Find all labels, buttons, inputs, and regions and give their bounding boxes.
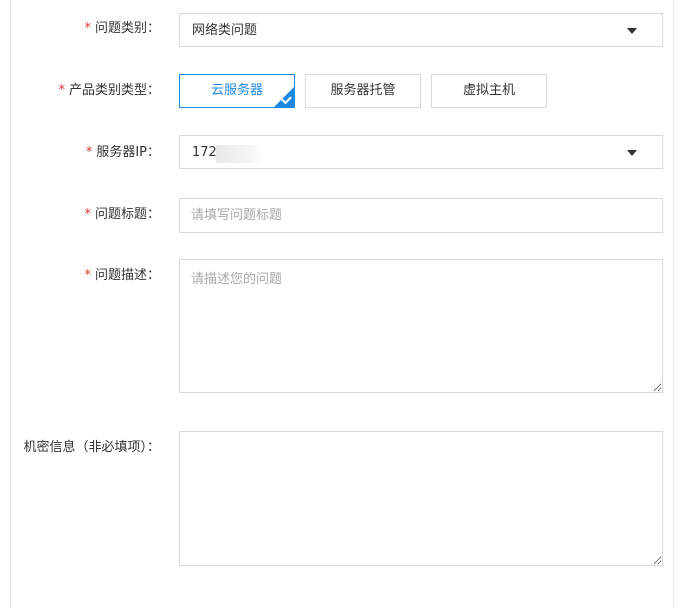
required-mark: *: [84, 21, 91, 36]
caret-down-icon: [627, 28, 637, 34]
redacted-ip-mask: [216, 145, 264, 163]
description-label: * 问题描述：: [84, 268, 160, 283]
category-label: * 问题类别：: [84, 21, 160, 36]
product-option-cloud-server[interactable]: 云服务器: [179, 74, 295, 108]
confidential-textarea[interactable]: [179, 431, 663, 566]
required-mark: *: [85, 145, 93, 160]
description-textarea[interactable]: [179, 259, 663, 393]
category-select-value: 网络类问题: [192, 23, 258, 38]
product-type-label: * 产品类别类型：: [58, 83, 160, 98]
server-ip-label: * 服务器IP：: [85, 145, 160, 160]
required-mark: *: [84, 207, 91, 222]
product-option-virtual-host[interactable]: 虚拟主机: [431, 74, 547, 108]
product-option-server-hosting[interactable]: 服务器托管: [305, 74, 421, 108]
required-mark: *: [84, 268, 91, 283]
category-select[interactable]: 网络类问题: [179, 13, 663, 47]
caret-down-icon: [627, 150, 637, 156]
confidential-label: 机密信息（非必填项）：: [23, 440, 160, 455]
title-input[interactable]: [179, 198, 663, 233]
required-mark: *: [58, 83, 65, 98]
title-label: * 问题标题：: [84, 207, 160, 222]
